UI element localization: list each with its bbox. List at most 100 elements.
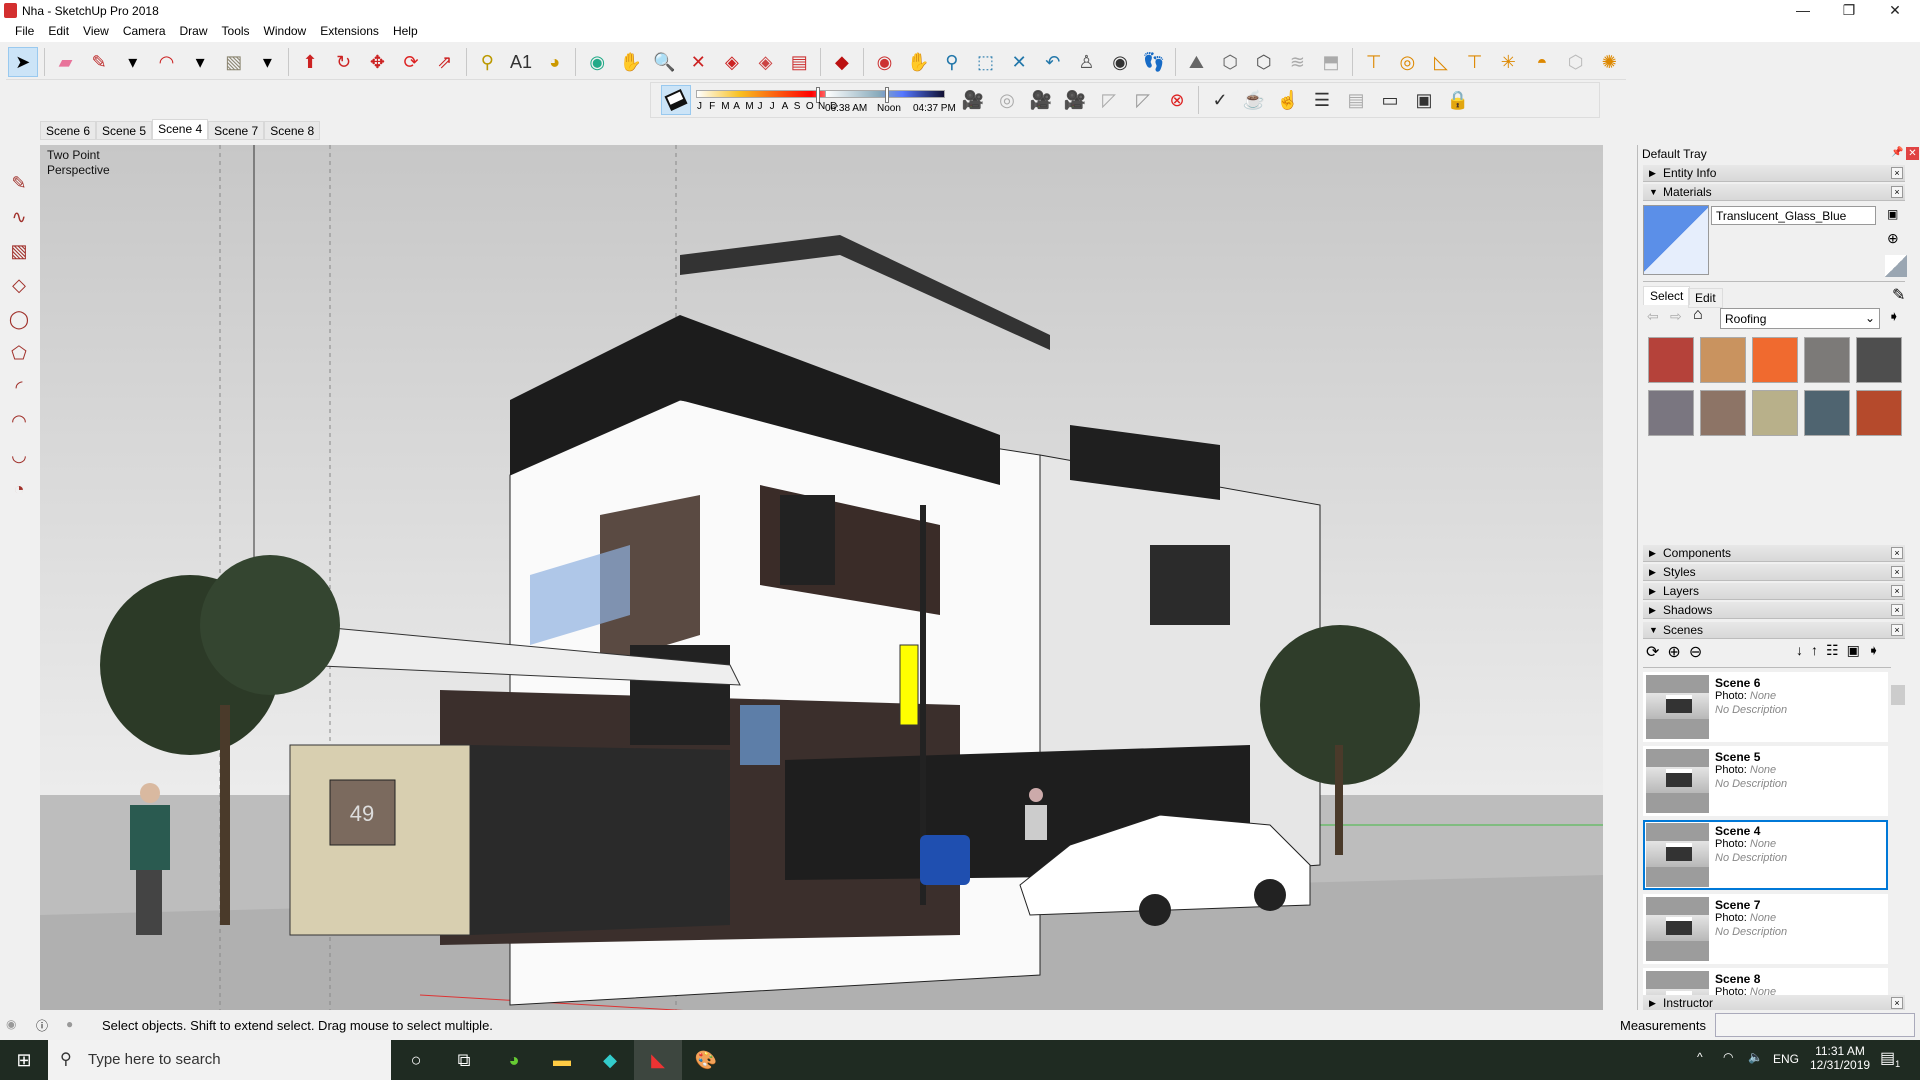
tab-select[interactable]: Select <box>1643 286 1691 305</box>
panel-styles[interactable]: ▶ Styles × <box>1643 564 1905 581</box>
scene-item[interactable]: Scene 5 Photo: None No Description <box>1643 746 1888 816</box>
pencil-icon[interactable]: ✎ <box>4 166 34 200</box>
rectangle-icon[interactable]: ▧ <box>219 47 249 77</box>
info-icon[interactable]: ⓘ <box>36 1017 48 1034</box>
solid-union-icon[interactable]: ⊤ <box>1359 47 1389 77</box>
solid-intersect-icon[interactable]: ◎ <box>1392 47 1422 77</box>
details-arrow-icon[interactable]: ➧ <box>1868 642 1880 659</box>
section-display-icon[interactable]: ◈ <box>751 47 781 77</box>
scene-item[interactable]: Scene 6 Photo: None No Description <box>1643 672 1888 742</box>
section-fill-icon[interactable]: ▤ <box>784 47 814 77</box>
outer-shell-icon[interactable]: ◓ <box>1527 47 1557 77</box>
move-icon[interactable]: ✥ <box>363 47 393 77</box>
windows-start-icon[interactable]: ⊞ <box>0 1040 48 1080</box>
layout-icon[interactable]: ☰ <box>1307 85 1337 115</box>
details-arrow-icon[interactable]: ➧ <box>1888 308 1900 325</box>
teapot-icon[interactable]: ☕ <box>1239 85 1269 115</box>
frustum-fill-icon[interactable]: ◸ <box>1128 85 1158 115</box>
view-options-icon[interactable]: ☷ <box>1826 642 1839 659</box>
camera-unlock-icon[interactable]: 🎥 <box>1060 85 1090 115</box>
menu-tools[interactable]: Tools <box>215 22 257 42</box>
model-viewport[interactable]: 49 <box>40 145 1603 1010</box>
rectangle-icon[interactable]: ▧ <box>4 234 34 268</box>
home-icon[interactable]: ⌂ <box>1693 306 1703 324</box>
two-point-arc-icon[interactable]: ◠ <box>4 404 34 438</box>
tape-measure-icon[interactable]: ⚲ <box>473 47 503 77</box>
material-swatch[interactable] <box>1700 337 1746 383</box>
check-validity-icon[interactable]: ✓ <box>1205 85 1235 115</box>
scale-icon[interactable]: ⇗ <box>430 47 460 77</box>
dropdown-arrow-icon[interactable]: ▾ <box>185 47 215 77</box>
close-icon[interactable]: × <box>1891 997 1903 1009</box>
tab-scene[interactable]: Scene 7 <box>208 121 265 140</box>
time-slider-thumb[interactable] <box>885 87 889 103</box>
walk-icon[interactable]: 👣 <box>1139 47 1169 77</box>
zoom-extents-icon[interactable]: ✕ <box>1004 47 1034 77</box>
smoove-icon[interactable]: ≋ <box>1283 47 1313 77</box>
close-icon[interactable]: × <box>1891 604 1903 616</box>
circle-icon[interactable]: ◯ <box>4 302 34 336</box>
look-around-icon[interactable]: ◉ <box>1105 47 1135 77</box>
menu-view[interactable]: View <box>76 22 116 42</box>
close-icon[interactable]: × <box>1891 186 1903 198</box>
panel-materials[interactable]: ▼ Materials × <box>1643 184 1905 201</box>
three-point-arc-icon[interactable]: ◡ <box>4 438 34 472</box>
back-icon[interactable]: ⇦ <box>1647 308 1659 325</box>
scene-item[interactable]: Scene 4 Photo: None No Description <box>1643 820 1888 890</box>
tray-close-button[interactable]: ✕ <box>1906 147 1919 160</box>
menu-draw[interactable]: Draw <box>173 22 215 42</box>
add-camera-icon[interactable]: 🎥 <box>958 85 988 115</box>
wifi-icon[interactable]: ◠ <box>1723 1050 1733 1064</box>
pan-hand-icon[interactable]: ✋ <box>903 47 933 77</box>
panel-components[interactable]: ▶ Components × <box>1643 545 1905 562</box>
paint-bucket-icon[interactable]: ◕ <box>540 47 570 77</box>
add-scene-icon[interactable]: ⊕ <box>1667 642 1680 662</box>
push-pull-icon[interactable]: ⬆ <box>295 47 325 77</box>
sun-icon[interactable]: ✺ <box>1594 47 1624 77</box>
close-icon[interactable]: × <box>1891 547 1903 559</box>
rotated-rectangle-icon[interactable]: ◇ <box>4 268 34 302</box>
pin-icon[interactable]: 📌 <box>1891 147 1903 158</box>
material-swatch[interactable] <box>1856 337 1902 383</box>
scene-list-scrollbar[interactable] <box>1891 665 1905 990</box>
pan-hand-icon[interactable]: ✋ <box>616 47 646 77</box>
eyedropper-icon[interactable]: ✎ <box>1892 285 1905 305</box>
zoom-icon[interactable]: ⚲ <box>937 47 967 77</box>
material-swatch[interactable] <box>1804 337 1850 383</box>
scene-item[interactable]: Scene 7 Photo: None No Description <box>1643 894 1888 964</box>
panel-entity-info[interactable]: ▶ Entity Info × <box>1643 165 1905 182</box>
arc-icon[interactable]: ◜ <box>4 370 34 404</box>
file-explorer-icon[interactable]: ▬ <box>538 1040 586 1080</box>
collection-dropdown[interactable]: Roofing ⌄ <box>1720 308 1880 329</box>
polygon-icon[interactable]: ⬠ <box>4 336 34 370</box>
3dsmax-icon[interactable]: ◆ <box>586 1040 634 1080</box>
camera-lock-icon[interactable]: 🎥 <box>1026 85 1056 115</box>
position-camera-icon[interactable]: ♙ <box>1072 47 1102 77</box>
user-icon[interactable]: ● <box>66 1017 73 1031</box>
panel-layers[interactable]: ▶ Layers × <box>1643 583 1905 600</box>
restore-button[interactable]: ❐ <box>1826 0 1872 22</box>
menu-edit[interactable]: Edit <box>41 22 76 42</box>
delete-camera-icon[interactable]: ⊗ <box>1162 85 1192 115</box>
menu-camera[interactable]: Camera <box>116 22 173 42</box>
volume-icon[interactable]: 🔈 <box>1748 1050 1763 1064</box>
sandbox-contours-icon[interactable]: ⛰ <box>1182 47 1212 77</box>
update-scene-icon[interactable]: ⟳ <box>1646 642 1659 662</box>
move-scene-up-icon[interactable]: ↑ <box>1811 642 1818 659</box>
show-hidden-icons[interactable]: ^ <box>1697 1050 1703 1064</box>
shadows-toggle-icon[interactable] <box>661 85 691 115</box>
menu-window[interactable]: Window <box>257 22 314 42</box>
tab-scene[interactable]: Scene 8 <box>264 121 321 140</box>
material-swatch[interactable] <box>1752 337 1798 383</box>
layout-gray-icon[interactable]: ▤ <box>1341 85 1371 115</box>
forward-icon[interactable]: ⇨ <box>1670 308 1682 325</box>
add-to-model-icon[interactable]: ⊕ <box>1887 230 1899 247</box>
close-icon[interactable]: × <box>1891 566 1903 578</box>
follow-me-icon[interactable]: ↻ <box>329 47 359 77</box>
task-view-icon[interactable]: ⧉ <box>440 1040 488 1080</box>
top-view-icon[interactable]: ⬡ <box>1249 47 1279 77</box>
material-swatch[interactable] <box>1856 390 1902 436</box>
dropdown-arrow-icon[interactable]: ▾ <box>118 47 148 77</box>
cortana-icon[interactable]: ○ <box>392 1040 440 1080</box>
select-arrow-icon[interactable]: ➤ <box>8 46 38 77</box>
